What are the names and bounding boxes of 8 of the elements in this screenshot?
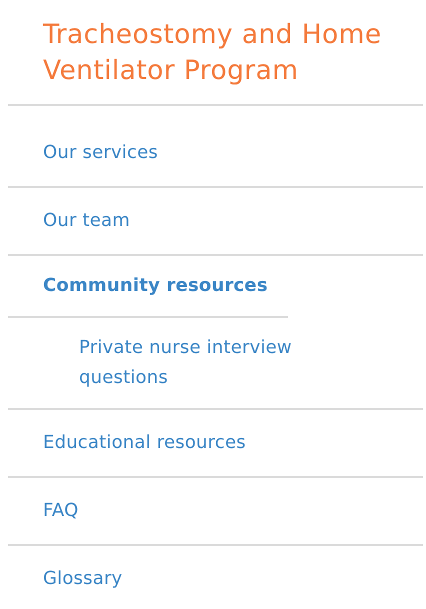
nav-item[interactable]: Educational resources xyxy=(43,428,246,458)
nav-subitem[interactable]: Private nurse interview questions xyxy=(79,333,363,393)
program-title: Tracheostomy and Home Ventilator Program xyxy=(43,18,383,88)
nav-item[interactable]: Glossary xyxy=(43,564,122,594)
nav-item[interactable]: Our services xyxy=(43,138,158,168)
nav-item[interactable]: Our team xyxy=(43,206,130,236)
nav-item[interactable]: Community resources xyxy=(43,271,268,301)
nav-item[interactable]: FAQ xyxy=(43,496,78,526)
